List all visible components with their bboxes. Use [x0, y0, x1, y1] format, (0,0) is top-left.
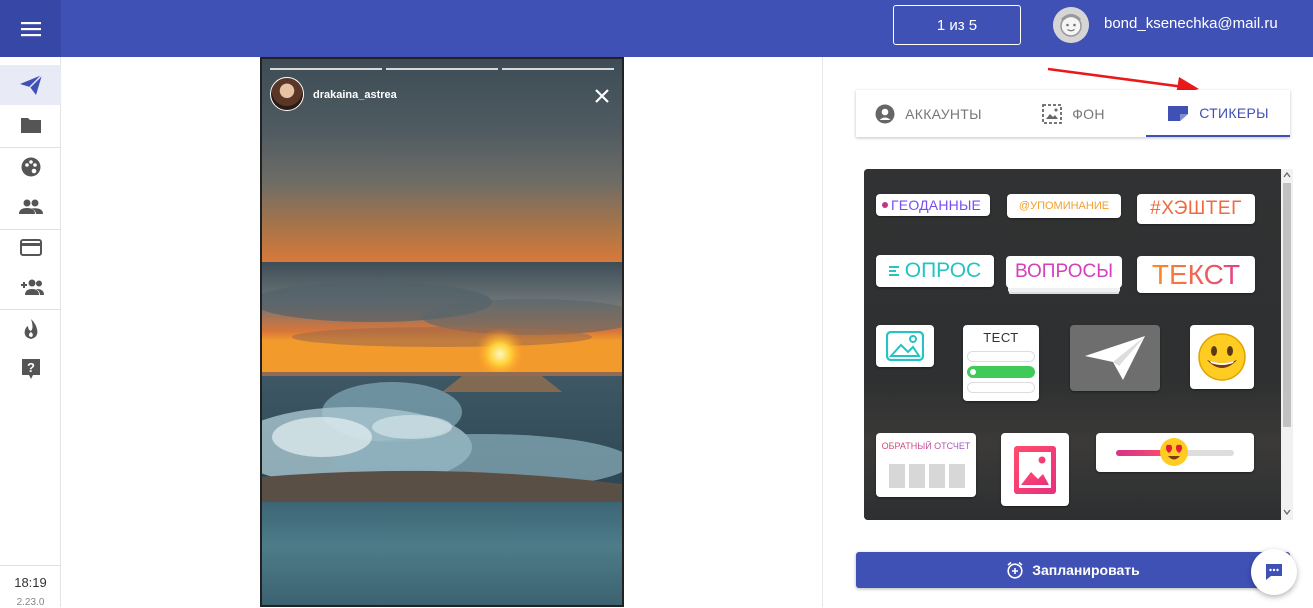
- chat-icon: [1266, 564, 1282, 580]
- sticker-mention-label: @УПОМИНАНИЕ: [1018, 200, 1110, 212]
- tab-accounts[interactable]: АККАУНТЫ: [856, 90, 1001, 137]
- menu-button[interactable]: [0, 0, 61, 57]
- chat-button[interactable]: [1251, 549, 1297, 595]
- sticker-questions-label: ВОПРОСЫ: [1014, 261, 1114, 282]
- folder-icon: [20, 118, 41, 133]
- account-circle-icon: [875, 104, 895, 123]
- sticker-hashtag-label: #ХЭШТЕГ: [1150, 198, 1242, 219]
- story-progress-segment: [270, 68, 382, 70]
- story-photo: [262, 262, 622, 502]
- sticker-panel: ГЕОДАННЫЕ @УПОМИНАНИЕ #ХЭШТЕГ ОПРОС ВОПР…: [864, 169, 1284, 520]
- help-icon: ?: [21, 359, 40, 379]
- fire-icon: [24, 319, 37, 339]
- sticker-countdown[interactable]: ОБРАТНЫЙ ОТСЧЕТ: [876, 433, 976, 497]
- sidebar-item-send[interactable]: [0, 65, 61, 105]
- story-preview: drakaina_astrea: [260, 57, 624, 607]
- sticker-location[interactable]: ГЕОДАННЫЕ: [876, 194, 990, 216]
- credit-card-icon: [19, 238, 42, 256]
- countdown-cell: [949, 464, 965, 488]
- sidebar-item-people[interactable]: [0, 187, 61, 227]
- sticker-location-label: ГЕОДАННЫЕ: [891, 197, 982, 213]
- story-preview-area: drakaina_astrea: [61, 57, 823, 607]
- tab-background-label: ФОН: [1072, 105, 1105, 122]
- hamburger-menu-icon: [20, 21, 41, 36]
- tab-stickers-label: СТИКЕРЫ: [1199, 104, 1269, 121]
- story-background-bottom: [262, 502, 622, 605]
- countdown-cell: [909, 464, 925, 488]
- story-counter[interactable]: 1 из 5: [893, 5, 1021, 45]
- story-progress-segment: [386, 68, 498, 70]
- poll-lines-icon: [888, 266, 899, 276]
- quiz-option: [967, 351, 1035, 362]
- sidebar-item-hot[interactable]: [0, 309, 61, 349]
- countdown-cell: [889, 464, 905, 488]
- sticker-text[interactable]: ТЕКСТ: [1137, 256, 1255, 293]
- sticker-poll[interactable]: ОПРОС: [876, 255, 994, 287]
- sticker-text-label: ТЕКСТ: [1151, 258, 1241, 290]
- sticker-send[interactable]: [1070, 325, 1160, 391]
- sticker-icon: [1168, 105, 1189, 121]
- heart-eyes-slider-icon: [1160, 438, 1188, 466]
- close-icon[interactable]: [592, 86, 612, 106]
- send-icon: [19, 74, 43, 95]
- sticker-slider[interactable]: [1096, 433, 1254, 472]
- sticker-countdown-label: ОБРАТНЫЙ ОТСЧЕТ: [876, 441, 976, 451]
- top-bar: 1 из 5 bond_ksenechka@mail.ru: [0, 0, 1313, 57]
- palette-icon: [21, 157, 40, 177]
- story-username: drakaina_astrea: [313, 89, 397, 101]
- quiz-option-correct: [967, 366, 1035, 378]
- sticker-poll-label: ОПРОС: [904, 259, 982, 282]
- sticker-gallery[interactable]: [1001, 433, 1069, 506]
- tab-stickers[interactable]: СТИКЕРЫ: [1146, 90, 1290, 137]
- sidebar-item-folder[interactable]: [0, 105, 61, 145]
- scroll-up-icon[interactable]: [1283, 172, 1291, 178]
- people-icon: [18, 199, 43, 214]
- sticker-quiz-label: ТЕСТ: [983, 330, 1019, 345]
- tab-bar: АККАУНТЫ ФОН СТИКЕРЫ: [856, 90, 1290, 137]
- sidebar-item-add-person[interactable]: [0, 267, 61, 307]
- add-person-icon: [20, 279, 44, 295]
- tab-accounts-label: АККАУНТЫ: [905, 105, 982, 122]
- sticker-image[interactable]: [876, 325, 934, 367]
- paper-plane-icon: [1085, 336, 1145, 380]
- sticker-quiz[interactable]: ТЕСТ: [963, 325, 1039, 401]
- schedule-button-label: Запланировать: [1032, 562, 1140, 578]
- smiley-emoji-icon: [1198, 333, 1246, 381]
- story-user-avatar: [270, 77, 304, 111]
- svg-text:?: ?: [27, 360, 35, 375]
- countdown-cell: [929, 464, 945, 488]
- sticker-questions[interactable]: ВОПРОСЫ: [1006, 256, 1122, 288]
- check-icon: [970, 369, 976, 375]
- schedule-button[interactable]: Запланировать: [856, 552, 1290, 588]
- alarm-add-icon: [1007, 561, 1023, 579]
- sidebar-item-billing[interactable]: [0, 227, 61, 267]
- editor-panel: АККАУНТЫ ФОН СТИКЕРЫ ГЕОДАННЫЕ @УПОМИНАН…: [824, 57, 1313, 607]
- sidebar-item-palette[interactable]: [0, 147, 61, 187]
- clock-time: 18:19: [14, 575, 47, 590]
- sticker-panel-scrollbar[interactable]: [1281, 169, 1293, 520]
- image-background-icon: [1042, 103, 1063, 124]
- sidebar-divider: [0, 565, 61, 566]
- story-progress-segment: [502, 68, 614, 70]
- user-email[interactable]: bond_ksenechka@mail.ru: [1104, 15, 1278, 32]
- sidebar-item-help[interactable]: ?: [0, 349, 61, 389]
- sticker-hashtag[interactable]: #ХЭШТЕГ: [1137, 194, 1255, 224]
- sticker-emoji[interactable]: [1190, 325, 1254, 389]
- sticker-mention[interactable]: @УПОМИНАНИЕ: [1007, 194, 1121, 218]
- image-icon: [886, 331, 924, 361]
- gallery-image-icon: [1014, 445, 1056, 494]
- scroll-down-icon[interactable]: [1283, 509, 1291, 515]
- sidebar: ? 18:19 2.23.0: [0, 57, 61, 608]
- quiz-option: [967, 382, 1035, 393]
- user-avatar-icon[interactable]: [1053, 7, 1089, 43]
- tab-background[interactable]: ФОН: [1001, 90, 1146, 137]
- location-pin-icon: [882, 202, 888, 208]
- app-version: 2.23.0: [16, 597, 45, 608]
- scrollbar-thumb[interactable]: [1283, 183, 1291, 427]
